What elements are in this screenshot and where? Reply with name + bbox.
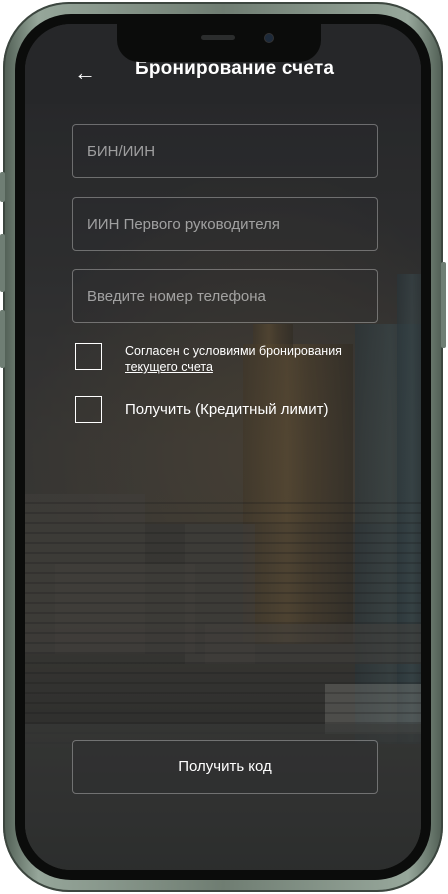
agree-terms-label: Согласен с условиями бронирования текуще… [125,343,342,375]
credit-limit-checkbox[interactable] [75,396,102,423]
back-arrow-icon[interactable]: ← [69,58,101,88]
phone-number-field[interactable] [72,269,378,323]
agree-terms-checkbox[interactable] [75,343,102,370]
credit-limit-row: Получить (Кредитный лимит) [75,396,328,423]
agree-terms-row: Согласен с условиями бронирования текуще… [75,343,342,375]
phone-frame: ← Бронирование счета Согл [0,2,446,892]
credit-limit-label: Получить (Кредитный лимит) [125,401,329,418]
speaker-grille [201,35,235,40]
phone-number-input[interactable] [73,270,377,322]
bin-iin-input[interactable] [73,125,377,177]
director-iin-field[interactable] [72,197,378,251]
phone-bezel: ← Бронирование счета Согл [15,14,431,880]
agree-terms-text: Согласен с условиями бронирования [125,344,342,358]
phone-side-button [0,172,5,202]
front-camera [265,34,273,42]
phone-side-button [0,234,5,292]
phone-side-button [0,310,5,368]
current-account-terms-link[interactable]: текущего счета [125,359,342,375]
director-iin-input[interactable] [73,198,377,250]
get-code-button[interactable]: Получить код [72,740,378,794]
phone-side-button [441,262,446,348]
app-screen: ← Бронирование счета Согл [25,24,421,870]
phone-notch [117,24,321,62]
bin-iin-field[interactable] [72,124,378,178]
